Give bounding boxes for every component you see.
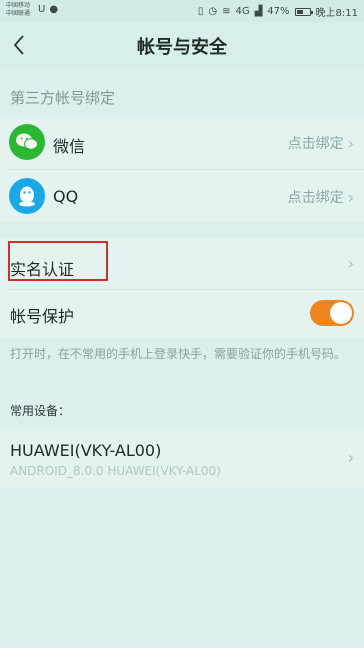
page-title: 帐号与安全 (137, 37, 227, 58)
notification-icons: U ● (38, 5, 58, 15)
signal-text: 4G (235, 5, 250, 17)
signal-icon: ▟ (254, 5, 263, 17)
wifi-icon: ≋ (222, 5, 231, 17)
verification-chevron: › (348, 254, 354, 273)
account-protection-label: 帐号保护 (10, 307, 75, 326)
vibrate-icon: ▯ (197, 5, 204, 17)
protection-note: 打开时，在不常用的手机上登录快手，需要验证你的手机号码。 (10, 347, 347, 361)
battery-percent: 47% (267, 6, 290, 17)
chevron-right-icon: › (347, 254, 354, 273)
third-party-section-title: 第三方帐号绑定 (10, 89, 116, 107)
alarm-icon: ◷ (208, 5, 218, 17)
status-right: ▯ ◷ ≋ 4G ▟ 47% 晚上8:11 (198, 4, 358, 19)
carrier-info: 中国移动 中国联通 (6, 2, 30, 18)
chevron-right-icon: › (347, 133, 354, 153)
common-devices-title: 常用设备： (10, 404, 71, 418)
qq-icon (9, 178, 45, 214)
qq-bind-text: 点击绑定 (287, 190, 344, 206)
battery-fill (296, 9, 303, 14)
highlight-annotation-box (8, 241, 108, 281)
account-protection-toggle[interactable] (310, 300, 354, 326)
toggle-knob (330, 302, 352, 324)
wechat-bind-text: 点击绑定 (287, 136, 344, 152)
title-bar: 帐号与安全 (0, 22, 364, 68)
wechat-bind-row[interactable]: 微信 点击绑定 › (0, 116, 364, 169)
qq-label: QQ (53, 187, 79, 206)
wechat-bind-action[interactable]: 点击绑定 › (288, 133, 354, 153)
clock: 晚上8:11 (315, 8, 358, 19)
device-name: HUAWEI(VKY-AL00) (10, 441, 162, 460)
device-detail: ANDROID_8.0.0 HUAWEI(VKY-AL00) (10, 464, 221, 478)
wechat-icon (9, 124, 45, 160)
device-chevron: › (348, 448, 354, 467)
chevron-right-icon: › (347, 448, 354, 467)
carrier-1: 中国移动 (6, 2, 31, 9)
battery-icon (294, 7, 313, 16)
wechat-label: 微信 (53, 137, 86, 156)
shield-u-icon: U (38, 4, 46, 15)
status-bar: 中国移动 中国联通 U ● ▯ ◷ ≋ 4G ▟ 47% 晚上8:11 (0, 0, 364, 22)
chevron-right-icon: › (347, 187, 354, 207)
carrier-2: 中国联通 (6, 10, 31, 17)
qq-bind-row[interactable]: QQ 点击绑定 › (0, 170, 364, 222)
qq-bind-action[interactable]: 点击绑定 › (288, 187, 354, 207)
message-bubble-icon: ● (49, 4, 59, 15)
